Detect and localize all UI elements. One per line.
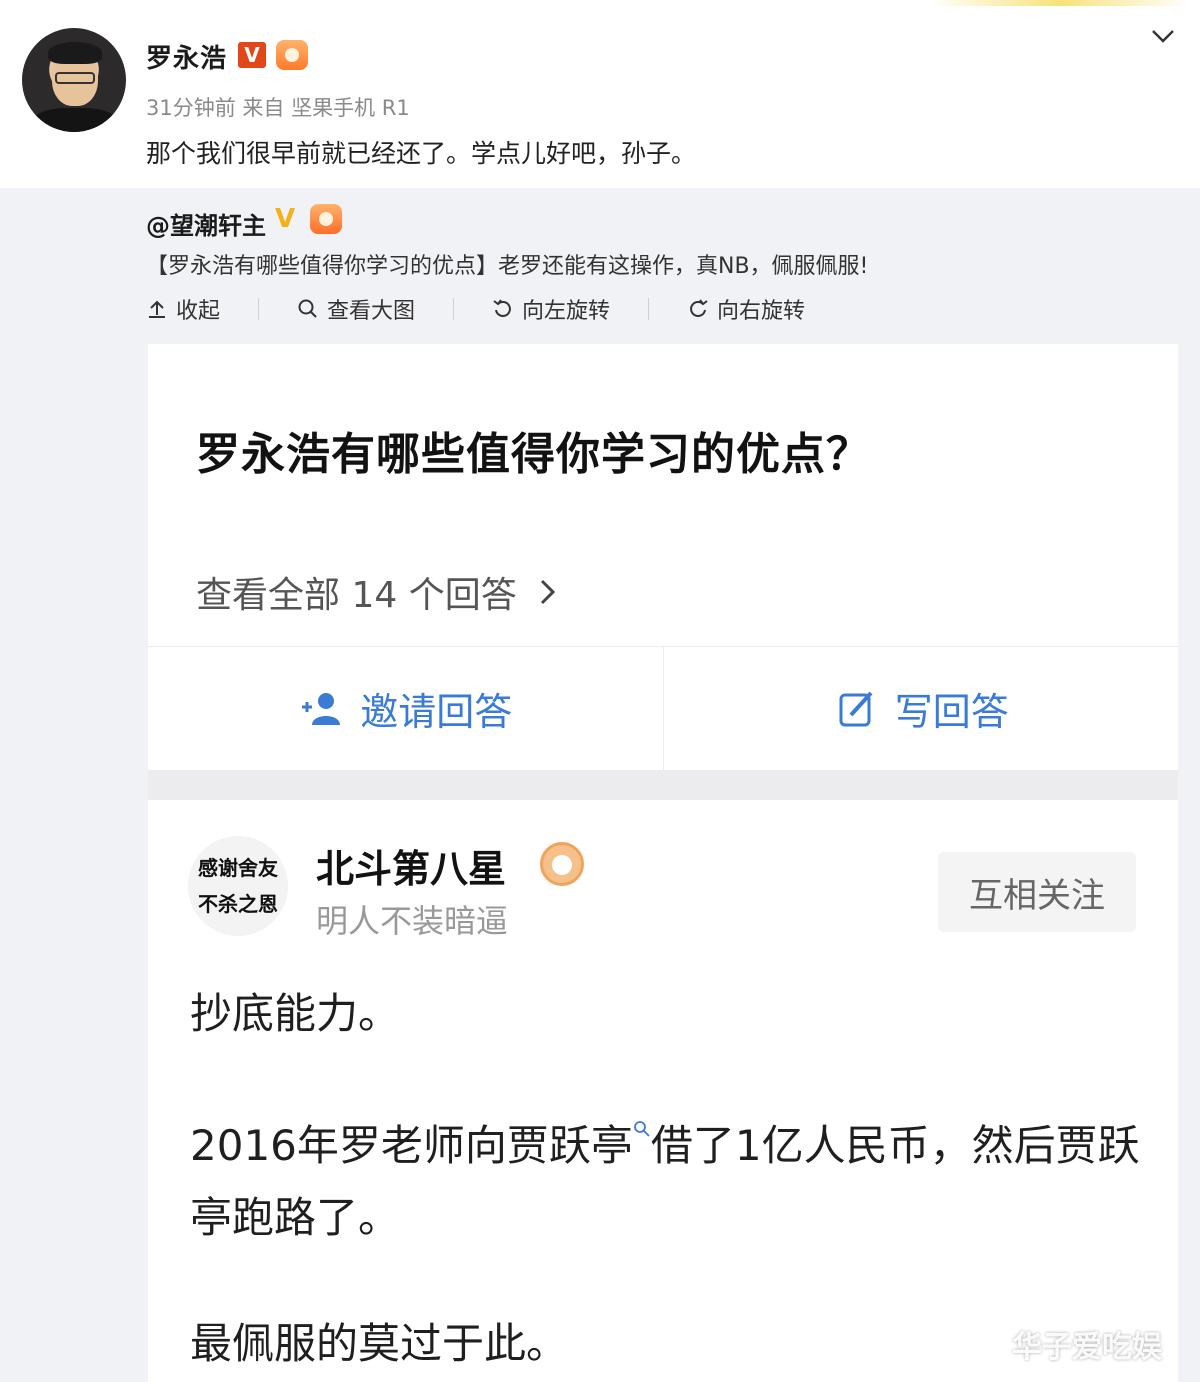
view-large-button[interactable]: 查看大图 bbox=[297, 293, 455, 325]
rotate-right-icon bbox=[690, 299, 708, 317]
avatar-text-line2: 不杀之恩 bbox=[198, 892, 278, 916]
question-title: 罗永浩有哪些值得你学习的优点？ bbox=[196, 429, 871, 480]
write-answer-button[interactable]: 写回答 bbox=[662, 647, 1179, 770]
collapse-button[interactable]: 收起 bbox=[146, 293, 260, 325]
view-all-answers-link[interactable]: 查看全部 14 个回答 bbox=[196, 566, 557, 618]
rotate-right-label: 向右旋转 bbox=[717, 299, 806, 324]
rotate-left-label: 向左旋转 bbox=[522, 299, 611, 324]
invite-answer-label: 邀请回答 bbox=[360, 690, 513, 734]
answer-paragraph: 2016年罗老师向贾跃亭 借了1亿人民币，然后贾跃亭跑路了。 bbox=[190, 1110, 1140, 1254]
answer-paragraph: 抄底能力。 bbox=[190, 989, 401, 1038]
write-answer-label: 写回答 bbox=[894, 690, 1009, 734]
answer-avatar[interactable]: 感谢舍友 不杀之恩 bbox=[188, 836, 288, 936]
avatar[interactable] bbox=[22, 28, 126, 132]
add-user-icon bbox=[302, 692, 341, 725]
verified-icon: V bbox=[275, 204, 296, 234]
answer-author[interactable]: 北斗第八星 bbox=[316, 838, 506, 893]
search-icon bbox=[298, 299, 317, 318]
post-username[interactable]: 罗永浩 bbox=[146, 38, 227, 75]
rotate-left-button[interactable]: 向左旋转 bbox=[492, 293, 650, 325]
top-decoration bbox=[930, 0, 1190, 6]
weibo-post: 罗永浩 V 31分钟前 来自 坚果手机 R1 那个我们很早前就已经还了。学点儿好… bbox=[0, 0, 1200, 188]
answer-paragraph: 最佩服的莫过于此。 bbox=[190, 1319, 569, 1368]
level-badge-icon bbox=[310, 204, 342, 234]
repost-username[interactable]: @望潮轩主 bbox=[146, 206, 266, 241]
edit-icon bbox=[839, 691, 873, 726]
search-icon[interactable] bbox=[633, 1120, 651, 1138]
view-all-label: 查看全部 14 个回答 bbox=[196, 575, 517, 616]
view-large-label: 查看大图 bbox=[327, 299, 416, 324]
chevron-down-icon[interactable] bbox=[1150, 26, 1176, 46]
question-card-image[interactable]: 罗永浩有哪些值得你学习的优点？ 查看全部 14 个回答 邀请回答 写回答 感谢舍… bbox=[148, 344, 1178, 1382]
chevron-right-icon bbox=[540, 579, 555, 605]
badge-icon bbox=[540, 842, 584, 886]
divider bbox=[148, 770, 1178, 800]
watermark: 华子爱吃娱 bbox=[1012, 1330, 1162, 1365]
follow-button[interactable]: 互相关注 bbox=[938, 852, 1136, 932]
rotate-right-button[interactable]: 向右旋转 bbox=[687, 293, 805, 325]
post-meta: 31分钟前 来自 坚果手机 R1 bbox=[146, 96, 410, 120]
answer-author-bio: 明人不装暗逼 bbox=[316, 902, 509, 940]
answer-text-part: 2016年罗老师向贾跃亭 bbox=[190, 1121, 633, 1170]
image-toolbar: 收起 查看大图 向左旋转 向右旋转 bbox=[146, 294, 843, 324]
avatar-text-line1: 感谢舍友 bbox=[198, 856, 278, 880]
verified-icon: V bbox=[238, 42, 266, 68]
answer-actions: 邀请回答 写回答 bbox=[148, 646, 1178, 770]
repost-area: @望潮轩主 V 【罗永浩有哪些值得你学习的优点】老罗还能有这操作，真NB，佩服佩… bbox=[0, 188, 1200, 1382]
collapse-label: 收起 bbox=[176, 299, 221, 324]
level-badge-icon bbox=[276, 40, 308, 70]
invite-answer-button[interactable]: 邀请回答 bbox=[148, 647, 663, 770]
rotate-left-icon bbox=[493, 299, 511, 317]
collapse-icon bbox=[149, 300, 165, 318]
post-text: 那个我们很早前就已经还了。学点儿好吧，孙子。 bbox=[146, 139, 697, 168]
repost-text: 【罗永浩有哪些值得你学习的优点】老罗还能有这操作，真NB，佩服佩服! bbox=[146, 254, 869, 279]
